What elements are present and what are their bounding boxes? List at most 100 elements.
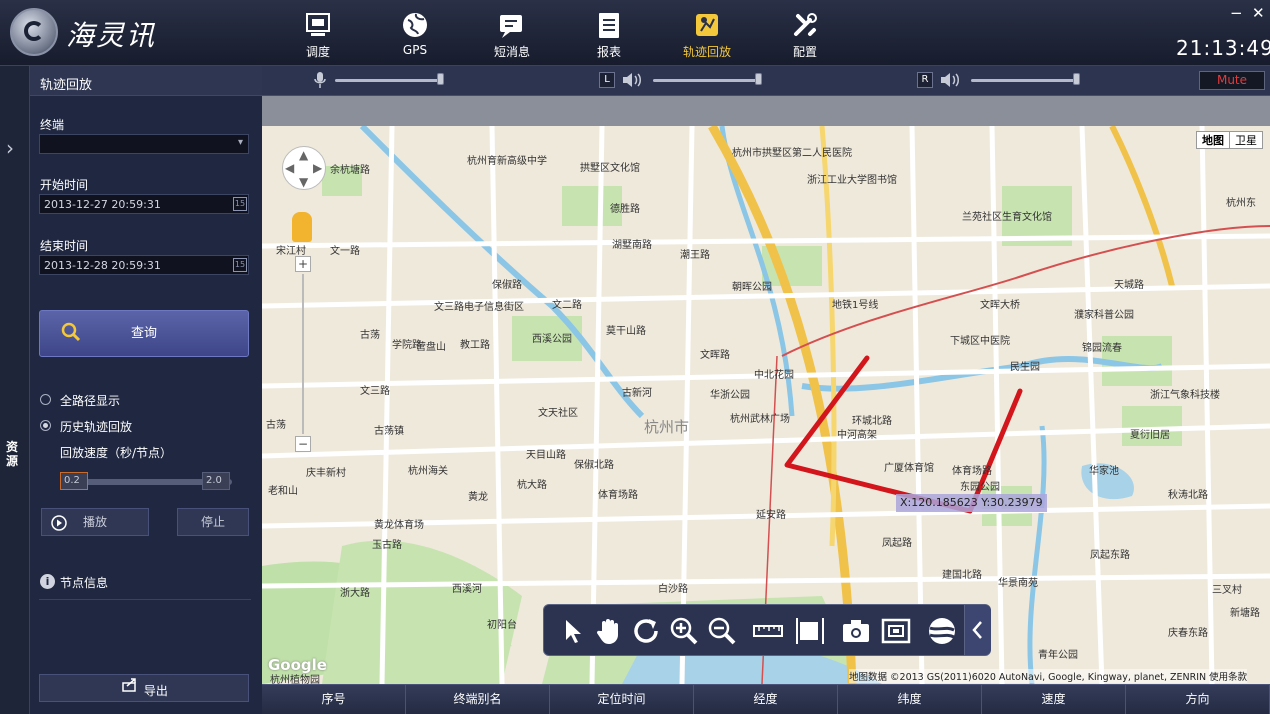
map-label: 锦园流春 bbox=[1082, 343, 1122, 354]
pan-right-icon[interactable]: ▶ bbox=[313, 161, 322, 175]
map-label: 建国北路 bbox=[942, 570, 982, 581]
camera-icon[interactable] bbox=[840, 615, 872, 647]
map-label: 庆丰新村 bbox=[306, 468, 346, 479]
mic-volume-thumb[interactable] bbox=[437, 73, 444, 85]
nav-dispatch[interactable]: 调度 bbox=[281, 6, 355, 62]
pan-up-icon[interactable]: ▲ bbox=[299, 148, 308, 162]
toolbar-collapse-button[interactable] bbox=[964, 605, 991, 655]
fit-icon[interactable] bbox=[794, 615, 826, 647]
map-label: 下城区中医院 bbox=[950, 336, 1010, 347]
zoom-in-icon[interactable] bbox=[668, 615, 700, 647]
map-label: 保俶路 bbox=[492, 280, 522, 291]
start-time-field[interactable]: 2013-12-27 20:59:31 15 bbox=[39, 194, 249, 214]
map-label: 古荡镇 bbox=[374, 426, 404, 437]
nav-message[interactable]: 短消息 bbox=[475, 6, 549, 62]
speed-min-thumb[interactable]: 0.2 bbox=[60, 472, 88, 490]
map-type-map[interactable]: 地图 bbox=[1197, 132, 1230, 148]
map-label: 广厦体育馆 bbox=[884, 463, 934, 474]
nav-report[interactable]: 报表 bbox=[572, 6, 646, 62]
query-label: 查询 bbox=[130, 326, 157, 341]
right-volume-slider[interactable] bbox=[971, 79, 1079, 82]
map-label: 古荡 bbox=[266, 420, 286, 431]
hand-icon[interactable] bbox=[592, 615, 624, 647]
refresh-icon[interactable] bbox=[630, 615, 662, 647]
close-button[interactable]: ✕ bbox=[1252, 4, 1265, 22]
col-direction[interactable]: 方向 bbox=[1126, 685, 1270, 714]
col-speed[interactable]: 速度 bbox=[982, 685, 1126, 714]
pointer-icon[interactable] bbox=[556, 615, 588, 647]
mic-volume-slider[interactable] bbox=[335, 79, 443, 82]
street-view-pegman-icon[interactable] bbox=[292, 212, 312, 242]
terminal-select[interactable]: ▾ bbox=[39, 134, 249, 154]
pan-control[interactable]: ▲ ▼ ◀ ▶ bbox=[282, 146, 326, 190]
col-latitude[interactable]: 纬度 bbox=[838, 685, 982, 714]
calendar-icon[interactable]: 15 bbox=[233, 197, 247, 211]
logo bbox=[10, 8, 58, 56]
play-button[interactable]: 播放 bbox=[41, 508, 149, 536]
map-zoom-in-button[interactable]: + bbox=[295, 256, 311, 272]
nav-track-playback[interactable]: 轨迹回放 bbox=[670, 6, 744, 62]
col-index[interactable]: 序号 bbox=[262, 685, 406, 714]
map-label: 新塘路 bbox=[1230, 608, 1260, 619]
pan-left-icon[interactable]: ◀ bbox=[285, 161, 294, 175]
map-label: 营盘山 bbox=[416, 342, 446, 353]
panel-header: 轨迹回放 bbox=[30, 66, 262, 96]
speed-label: 回放速度（秒/节点） bbox=[60, 446, 173, 460]
nav-gps[interactable]: GPS bbox=[378, 6, 452, 62]
radio-history[interactable] bbox=[40, 420, 51, 431]
map-label: 朝晖公园 bbox=[732, 282, 772, 293]
nav-config[interactable]: 配置 bbox=[768, 6, 842, 62]
map-label: 杭州武林广场 bbox=[730, 414, 790, 425]
nav-label: GPS bbox=[402, 43, 428, 57]
radio-all-path[interactable] bbox=[40, 394, 51, 405]
map-label: 青年公园 bbox=[1038, 650, 1078, 661]
col-position-time[interactable]: 定位时间 bbox=[550, 685, 694, 714]
export-label: 导出 bbox=[143, 684, 168, 698]
calendar-icon[interactable]: 15 bbox=[233, 258, 247, 272]
collapse-icon bbox=[972, 621, 982, 639]
map-view[interactable]: 余杭塘路 杭州育新高级中学 拱墅区文化馆 杭州市拱墅区第二人民医院 浙江工业大学… bbox=[262, 126, 1270, 684]
right-volume-thumb[interactable] bbox=[1073, 73, 1080, 85]
map-label: 浙江气象科技楼 bbox=[1150, 390, 1220, 401]
map-label: 杭州育新高级中学 bbox=[467, 156, 547, 167]
map-label: 德胜路 bbox=[610, 204, 640, 215]
globe-map-icon[interactable] bbox=[926, 615, 958, 647]
map-label: 杭州市拱墅区第二人民医院 bbox=[732, 148, 852, 159]
resource-tab[interactable]: 资源 bbox=[6, 440, 22, 468]
map-copyright: 地图数据 ©2013 GS(2011)6020 AutoNavi, Google… bbox=[849, 669, 1248, 683]
minimize-button[interactable]: − bbox=[1230, 4, 1243, 22]
query-button[interactable]: 查询 bbox=[39, 310, 249, 357]
zoom-out-icon[interactable] bbox=[706, 615, 738, 647]
map-label: 玉古路 bbox=[372, 540, 402, 551]
mute-button[interactable]: Mute bbox=[1199, 71, 1265, 90]
map-label: 环城北路 bbox=[852, 416, 892, 427]
map-label: 体育场路 bbox=[598, 490, 638, 501]
export-button[interactable]: 导出 bbox=[39, 674, 249, 702]
map-top-strip bbox=[262, 96, 1270, 126]
map-label: 潮王路 bbox=[680, 250, 710, 261]
map-label: 古荡 bbox=[360, 330, 380, 341]
end-time-field[interactable]: 2013-12-28 20:59:31 15 bbox=[39, 255, 249, 275]
map-label: 余杭塘路 bbox=[330, 165, 370, 176]
screenshot-icon[interactable] bbox=[880, 615, 912, 647]
col-longitude[interactable]: 经度 bbox=[694, 685, 838, 714]
left-volume-slider[interactable] bbox=[653, 79, 761, 82]
left-volume-thumb[interactable] bbox=[755, 73, 762, 85]
left-channel-badge: L bbox=[599, 72, 615, 88]
col-terminal-alias[interactable]: 终端别名 bbox=[406, 685, 550, 714]
zoom-slider[interactable] bbox=[302, 274, 304, 434]
map-type-satellite[interactable]: 卫星 bbox=[1230, 132, 1262, 148]
ruler-icon[interactable] bbox=[752, 615, 784, 647]
map-label: 杭州海关 bbox=[408, 466, 448, 477]
map-type-switch[interactable]: 地图 卫星 bbox=[1196, 131, 1263, 149]
map-zoom-out-button[interactable]: − bbox=[295, 436, 311, 452]
stop-button[interactable]: 停止 bbox=[177, 508, 249, 536]
panel-title: 轨迹回放 bbox=[40, 78, 93, 93]
map-label: 体育场路 bbox=[952, 466, 992, 477]
map-base bbox=[262, 126, 1270, 684]
google-logo: Google bbox=[268, 656, 327, 674]
table-header: 序号 终端别名 定位时间 经度 纬度 速度 方向 bbox=[262, 684, 1270, 714]
chevron-right-icon[interactable]: › bbox=[6, 136, 14, 160]
pan-down-icon[interactable]: ▼ bbox=[299, 175, 308, 189]
stop-label: 停止 bbox=[200, 515, 225, 529]
